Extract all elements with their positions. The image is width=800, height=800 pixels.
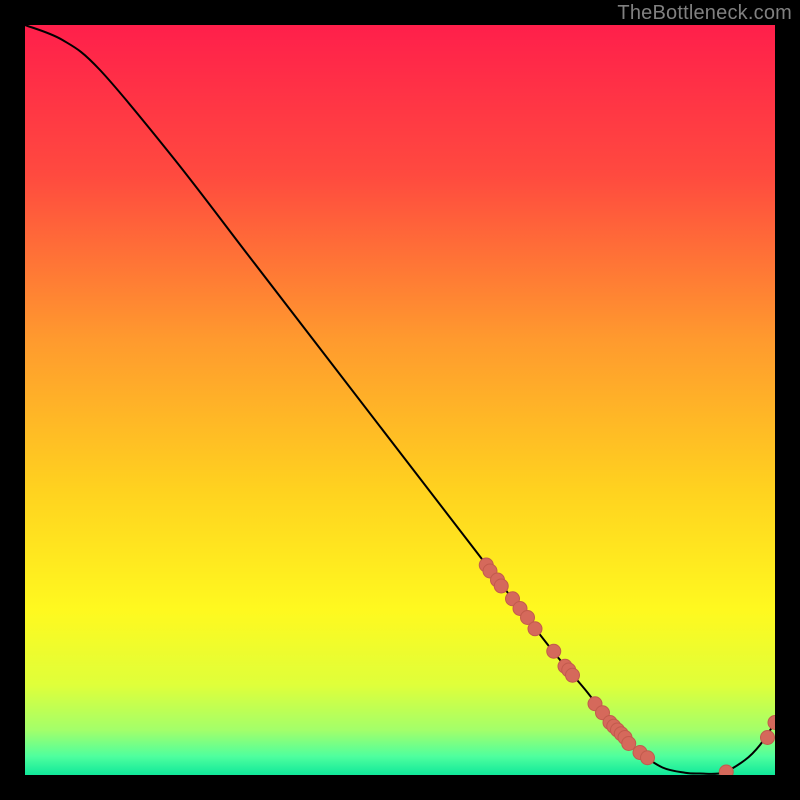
plot-area xyxy=(25,25,775,775)
attribution-text: TheBottleneck.com xyxy=(617,2,792,25)
chart-stage: TheBottleneck.com xyxy=(0,0,800,800)
background-gradient xyxy=(25,25,775,775)
